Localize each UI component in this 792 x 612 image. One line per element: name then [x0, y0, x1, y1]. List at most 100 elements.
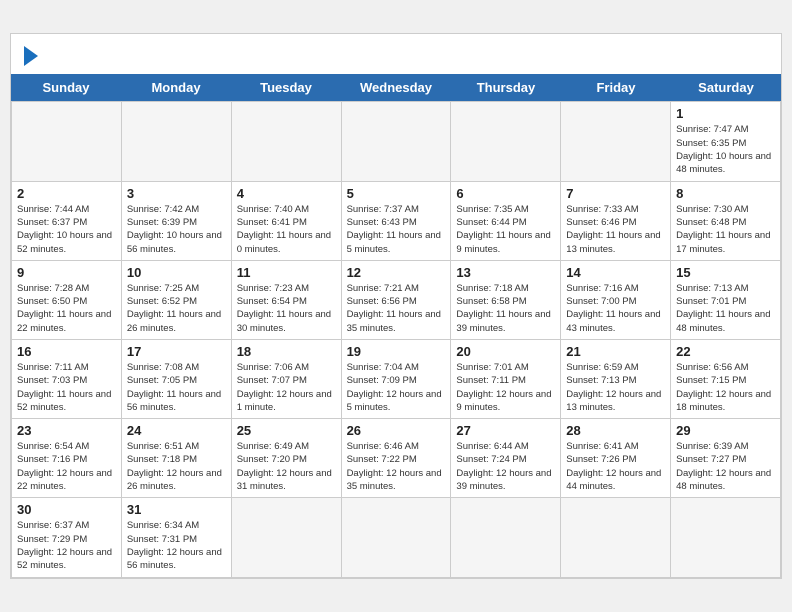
cell-date: 29: [676, 423, 775, 438]
cell-date: 3: [127, 186, 226, 201]
cell-date: 30: [17, 502, 116, 517]
cell-date: 20: [456, 344, 555, 359]
cell-info: Sunrise: 7:06 AM Sunset: 7:07 PM Dayligh…: [237, 361, 336, 414]
calendar-cell: [232, 498, 342, 577]
calendar-cell: 12Sunrise: 7:21 AM Sunset: 6:56 PM Dayli…: [342, 261, 452, 340]
cell-date: 14: [566, 265, 665, 280]
calendar-cell: 10 Sunrise: 7:25 AM Sunset: 6:52 PM Dayli…: [122, 261, 232, 340]
cell-info: Sunrise: 7:37 AM Sunset: 6:43 PM Dayligh…: [347, 203, 446, 256]
calendar-cell: 30 Sunrise: 6:37 AM Sunset: 7:29 PM Dayli…: [12, 498, 122, 577]
cell-info: Sunrise: 7:25 AM Sunset: 6:52 PM Dayligh…: [127, 282, 226, 335]
calendar-cell: 22 Sunrise: 6:56 AM Sunset: 7:15 PM Dayli…: [671, 340, 781, 419]
cell-info: Sunrise: 7:23 AM Sunset: 6:54 PM Dayligh…: [237, 282, 336, 335]
day-header-thursday: Thursday: [451, 74, 561, 101]
cell-info: Sunrise: 7:47 AM Sunset: 6:35 PM Dayligh…: [676, 123, 775, 176]
calendar-cell: 27Sunrise: 6:44 AM Sunset: 7:24 PM Dayli…: [451, 419, 561, 498]
cell-date: 15: [676, 265, 775, 280]
calendar-container: SundayMondayTuesdayWednesdayThursdayFrid…: [10, 33, 782, 578]
cell-date: 5: [347, 186, 446, 201]
cell-info: Sunrise: 6:41 AM Sunset: 7:26 PM Dayligh…: [566, 440, 665, 493]
cell-date: 8: [676, 186, 775, 201]
logo-area: [21, 44, 38, 66]
cell-date: 10: [127, 265, 226, 280]
cell-date: 7: [566, 186, 665, 201]
cell-info: Sunrise: 6:46 AM Sunset: 7:22 PM Dayligh…: [347, 440, 446, 493]
calendar-cell: 17Sunrise: 7:08 AM Sunset: 7:05 PM Dayli…: [122, 340, 232, 419]
cell-info: Sunrise: 6:34 AM Sunset: 7:31 PM Dayligh…: [127, 519, 226, 572]
cell-info: Sunrise: 7:33 AM Sunset: 6:46 PM Dayligh…: [566, 203, 665, 256]
day-header-monday: Monday: [121, 74, 231, 101]
calendar-cell: 1 Sunrise: 7:47 AM Sunset: 6:35 PM Daylig…: [671, 102, 781, 181]
day-header-friday: Friday: [561, 74, 671, 101]
cell-info: Sunrise: 7:18 AM Sunset: 6:58 PM Dayligh…: [456, 282, 555, 335]
calendar-cell: [561, 102, 671, 181]
calendar-cell: 8 Sunrise: 7:30 AM Sunset: 6:48 PM Daylig…: [671, 182, 781, 261]
cell-date: 13: [456, 265, 555, 280]
calendar-cell: 24Sunrise: 6:51 AM Sunset: 7:18 PM Dayli…: [122, 419, 232, 498]
cell-date: 6: [456, 186, 555, 201]
calendar-cell: 14 Sunrise: 7:16 AM Sunset: 7:00 PM Dayli…: [561, 261, 671, 340]
cell-info: Sunrise: 7:44 AM Sunset: 6:37 PM Dayligh…: [17, 203, 116, 256]
cell-info: Sunrise: 6:44 AM Sunset: 7:24 PM Dayligh…: [456, 440, 555, 493]
calendar-cell: [451, 498, 561, 577]
cell-date: 26: [347, 423, 446, 438]
calendar-cell: 26 Sunrise: 6:46 AM Sunset: 7:22 PM Dayli…: [342, 419, 452, 498]
cell-info: Sunrise: 6:54 AM Sunset: 7:16 PM Dayligh…: [17, 440, 116, 493]
cell-info: Sunrise: 7:01 AM Sunset: 7:11 PM Dayligh…: [456, 361, 555, 414]
calendar-grid: 1 Sunrise: 7:47 AM Sunset: 6:35 PM Daylig…: [11, 101, 781, 577]
cell-date: 22: [676, 344, 775, 359]
cell-date: 12: [347, 265, 446, 280]
calendar-cell: 25Sunrise: 6:49 AM Sunset: 7:20 PM Dayli…: [232, 419, 342, 498]
calendar-cell: 28 Sunrise: 6:41 AM Sunset: 7:26 PM Dayli…: [561, 419, 671, 498]
cell-info: Sunrise: 7:42 AM Sunset: 6:39 PM Dayligh…: [127, 203, 226, 256]
cell-date: 17: [127, 344, 226, 359]
calendar-cell: [671, 498, 781, 577]
cell-info: Sunrise: 6:37 AM Sunset: 7:29 PM Dayligh…: [17, 519, 116, 572]
calendar-cell: 31 Sunrise: 6:34 AM Sunset: 7:31 PM Dayli…: [122, 498, 232, 577]
calendar-cell: 3 Sunrise: 7:42 AM Sunset: 6:39 PM Daylig…: [122, 182, 232, 261]
cell-info: Sunrise: 6:56 AM Sunset: 7:15 PM Dayligh…: [676, 361, 775, 414]
calendar-header: [11, 34, 781, 74]
calendar-cell: [12, 102, 122, 181]
calendar-cell: 21Sunrise: 6:59 AM Sunset: 7:13 PM Dayli…: [561, 340, 671, 419]
calendar-cell: [122, 102, 232, 181]
cell-info: Sunrise: 7:35 AM Sunset: 6:44 PM Dayligh…: [456, 203, 555, 256]
calendar-cell: 7 Sunrise: 7:33 AM Sunset: 6:46 PM Daylig…: [561, 182, 671, 261]
cell-date: 31: [127, 502, 226, 517]
cell-info: Sunrise: 7:16 AM Sunset: 7:00 PM Dayligh…: [566, 282, 665, 335]
cell-date: 18: [237, 344, 336, 359]
cell-info: Sunrise: 7:28 AM Sunset: 6:50 PM Dayligh…: [17, 282, 116, 335]
calendar-cell: 23 Sunrise: 6:54 AM Sunset: 7:16 PM Dayli…: [12, 419, 122, 498]
logo-triangle-icon: [24, 46, 38, 66]
cell-date: 2: [17, 186, 116, 201]
calendar-cell: 19 Sunrise: 7:04 AM Sunset: 7:09 PM Dayli…: [342, 340, 452, 419]
cell-info: Sunrise: 6:59 AM Sunset: 7:13 PM Dayligh…: [566, 361, 665, 414]
calendar-cell: [451, 102, 561, 181]
day-header-wednesday: Wednesday: [341, 74, 451, 101]
calendar-cell: 16Sunrise: 7:11 AM Sunset: 7:03 PM Dayli…: [12, 340, 122, 419]
cell-info: Sunrise: 7:13 AM Sunset: 7:01 PM Dayligh…: [676, 282, 775, 335]
calendar-cell: 11Sunrise: 7:23 AM Sunset: 6:54 PM Dayli…: [232, 261, 342, 340]
day-header-tuesday: Tuesday: [231, 74, 341, 101]
cell-date: 23: [17, 423, 116, 438]
logo: [21, 44, 38, 66]
cell-date: 19: [347, 344, 446, 359]
cell-info: Sunrise: 7:30 AM Sunset: 6:48 PM Dayligh…: [676, 203, 775, 256]
day-header-sunday: Sunday: [11, 74, 121, 101]
calendar-cell: 29 Sunrise: 6:39 AM Sunset: 7:27 PM Dayli…: [671, 419, 781, 498]
cell-info: Sunrise: 7:04 AM Sunset: 7:09 PM Dayligh…: [347, 361, 446, 414]
calendar-cell: [342, 498, 452, 577]
cell-date: 1: [676, 106, 775, 121]
calendar-cell: 2 Sunrise: 7:44 AM Sunset: 6:37 PM Daylig…: [12, 182, 122, 261]
cell-date: 28: [566, 423, 665, 438]
calendar-cell: 20 Sunrise: 7:01 AM Sunset: 7:11 PM Dayli…: [451, 340, 561, 419]
calendar-cell: 6 Sunrise: 7:35 AM Sunset: 6:44 PM Daylig…: [451, 182, 561, 261]
calendar-cell: [561, 498, 671, 577]
cell-date: 4: [237, 186, 336, 201]
calendar-cell: 18 Sunrise: 7:06 AM Sunset: 7:07 PM Dayli…: [232, 340, 342, 419]
cell-info: Sunrise: 7:40 AM Sunset: 6:41 PM Dayligh…: [237, 203, 336, 256]
day-header-saturday: Saturday: [671, 74, 781, 101]
cell-info: Sunrise: 6:39 AM Sunset: 7:27 PM Dayligh…: [676, 440, 775, 493]
day-headers: SundayMondayTuesdayWednesdayThursdayFrid…: [11, 74, 781, 101]
cell-date: 16: [17, 344, 116, 359]
